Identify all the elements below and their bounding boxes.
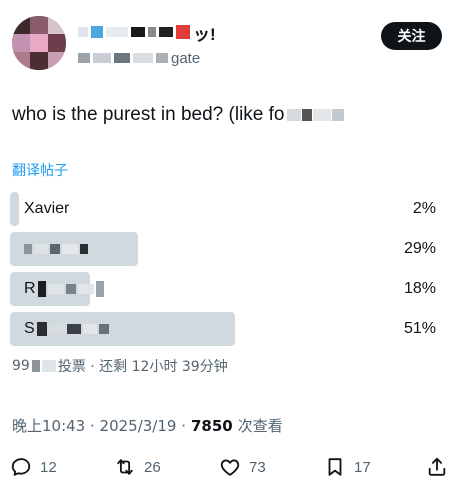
redaction-block xyxy=(41,360,56,372)
poll-option[interactable]: 29% xyxy=(10,232,442,266)
redaction-block xyxy=(82,324,97,334)
redaction-block xyxy=(37,281,46,297)
redaction-block xyxy=(286,109,301,121)
avatar-pixel xyxy=(12,34,30,52)
views-label: 次查看 xyxy=(237,417,283,435)
display-name[interactable]: ッ! xyxy=(78,20,216,44)
poll-meta: 99 投票 · 还剩 12小时 39分钟 xyxy=(12,356,228,376)
poll-option-percent: 2% xyxy=(412,200,436,217)
avatar-pixel xyxy=(30,34,48,52)
bookmark-button[interactable]: 17 xyxy=(324,454,371,480)
poll-option-percent: 51% xyxy=(403,320,436,337)
avatar[interactable] xyxy=(12,16,66,70)
redaction-block xyxy=(331,109,344,121)
redaction-block xyxy=(80,244,88,254)
poll-option-percent: 18% xyxy=(403,280,436,297)
poll-option-label: R xyxy=(24,272,104,306)
translate-post-link[interactable]: 翻译帖子 xyxy=(12,160,68,180)
like-button[interactable]: 73 xyxy=(219,454,266,480)
redaction-block xyxy=(77,284,94,294)
poll-option[interactable]: Xavier 2% xyxy=(10,192,442,226)
handle[interactable]: gate xyxy=(78,48,200,68)
avatar-pixel xyxy=(12,16,30,34)
redaction-block xyxy=(78,53,90,63)
poll: Xavier 2% 29% R 18% S 51% xyxy=(10,192,442,352)
avatar-pixel xyxy=(30,16,48,34)
redaction-block xyxy=(106,27,128,37)
views-count: 7850 xyxy=(190,416,233,435)
display-name-suffix: ッ! xyxy=(193,24,216,44)
action-bar: 12 26 73 17 xyxy=(10,454,450,480)
poll-option[interactable]: R 18% xyxy=(10,272,442,306)
poll-option-label-visible: S xyxy=(24,320,35,337)
handle-suffix: gate xyxy=(171,49,201,67)
reply-icon xyxy=(11,458,31,476)
redaction-block xyxy=(66,324,81,334)
heart-icon xyxy=(220,459,240,476)
tweet-text: who is the purest in bed? (like fo xyxy=(12,104,344,126)
share-icon xyxy=(428,457,446,476)
poll-bar xyxy=(10,192,19,226)
poll-option-label: S xyxy=(24,312,109,346)
avatar-pixel xyxy=(12,52,30,70)
poll-option-label: Xavier xyxy=(24,200,70,217)
retweet-icon xyxy=(117,459,133,475)
poll-votes-prefix: 99 xyxy=(12,358,30,374)
avatar-pixel xyxy=(48,52,66,70)
avatar-pixel xyxy=(30,52,48,70)
redaction-block xyxy=(31,360,40,372)
follow-button[interactable]: 关注 xyxy=(381,22,442,50)
redaction-block xyxy=(133,53,153,63)
like-count: 73 xyxy=(249,458,266,476)
avatar-pixel xyxy=(48,16,66,34)
redaction-block xyxy=(34,244,48,254)
redaction-block xyxy=(78,27,88,37)
poll-option-label-visible: R xyxy=(24,280,36,297)
redaction-block xyxy=(93,53,111,63)
poll-option-label xyxy=(24,232,88,266)
redaction-block xyxy=(36,322,47,336)
redaction-block xyxy=(65,284,76,294)
share-button[interactable] xyxy=(426,454,448,480)
redaction-block xyxy=(50,244,60,254)
tweet-header: ッ! gate 关注 xyxy=(0,0,461,90)
redaction-block xyxy=(24,244,32,254)
redaction-block xyxy=(131,27,145,37)
redaction-block xyxy=(62,244,78,254)
bookmark-count: 17 xyxy=(354,458,371,476)
redaction-block xyxy=(95,281,104,297)
redaction-block xyxy=(156,53,168,63)
poll-votes-suffix: 投票 · 还剩 12小时 39分钟 xyxy=(57,359,228,375)
bookmark-icon xyxy=(328,458,342,476)
redaction-block xyxy=(114,53,130,63)
redaction-block xyxy=(312,109,331,121)
redaction-block xyxy=(159,27,173,37)
tweet-timestamp: 晚上10:43 · 2025/3/19 · 7850 次查看 xyxy=(12,415,283,436)
reply-button[interactable]: 12 xyxy=(10,454,57,480)
poll-option[interactable]: S 51% xyxy=(10,312,442,346)
redaction-block xyxy=(48,324,65,334)
redaction-block xyxy=(98,324,109,334)
avatar-pixel xyxy=(48,34,66,52)
redaction-block xyxy=(148,27,156,37)
retweet-button[interactable]: 26 xyxy=(114,454,161,480)
redaction-block xyxy=(176,25,190,39)
redaction-block xyxy=(47,284,64,294)
tweet-text-visible: who is the purest in bed? (like fo xyxy=(12,104,285,125)
poll-option-percent: 29% xyxy=(403,240,436,257)
time-date[interactable]: 晚上10:43 · 2025/3/19 · xyxy=(12,415,186,436)
retweet-count: 26 xyxy=(144,458,161,476)
redaction-block xyxy=(301,109,312,121)
redaction-block xyxy=(91,26,103,38)
reply-count: 12 xyxy=(40,458,57,476)
